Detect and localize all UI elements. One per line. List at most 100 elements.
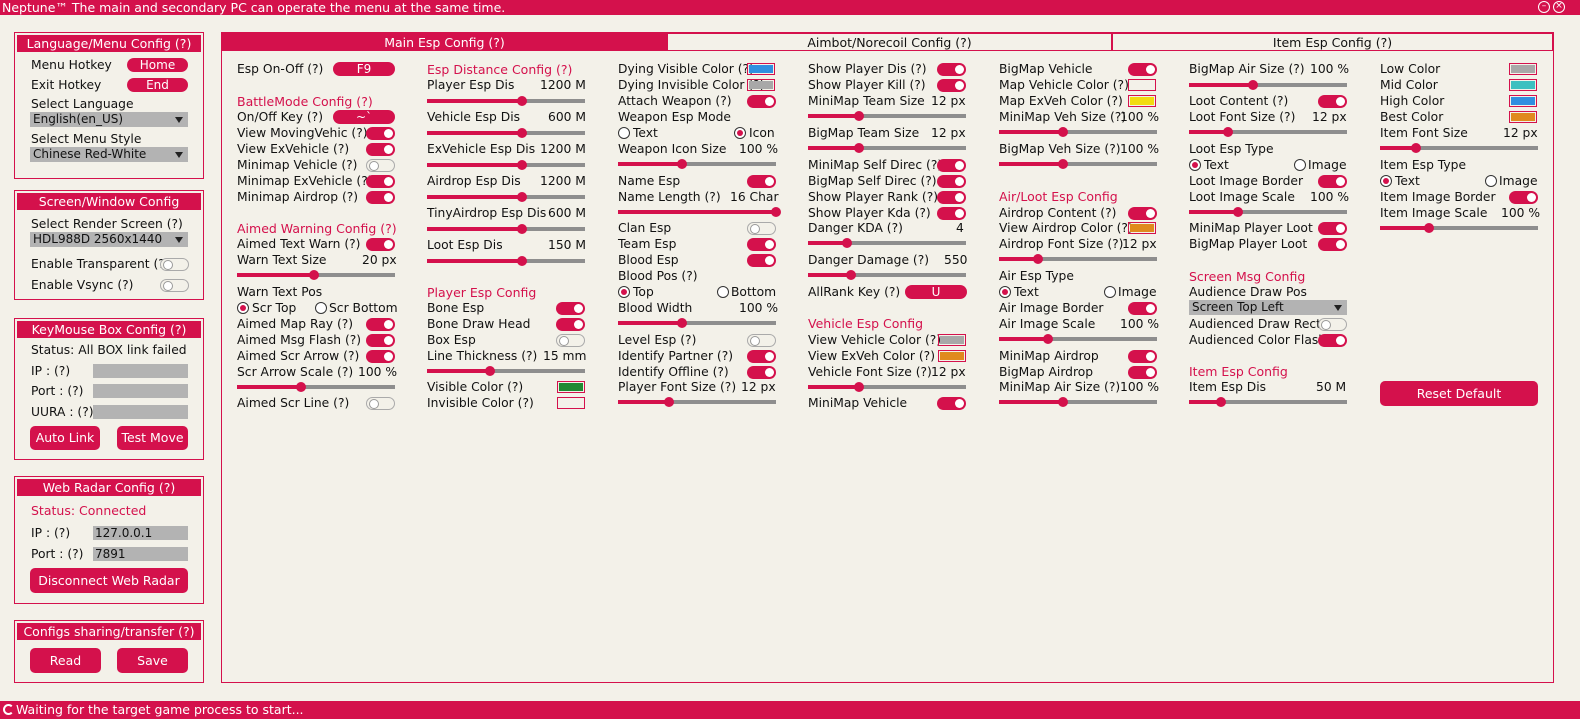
slider-handle[interactable] [771, 207, 781, 217]
player-esp-dis-slider[interactable] [427, 96, 585, 106]
minimap-air-size-slider[interactable] [999, 397, 1157, 407]
minimap-vehicle-toggle-2[interactable] [937, 397, 966, 410]
slider-handle[interactable] [485, 366, 495, 376]
dying-visible-color-swatch[interactable] [747, 63, 775, 75]
box-ip-input[interactable] [93, 364, 188, 378]
name-length-slider[interactable] [618, 207, 781, 217]
identify-offline-toggle[interactable] [747, 366, 776, 379]
best-color-swatch[interactable] [1509, 111, 1537, 123]
show-player-kill-toggle[interactable] [937, 79, 966, 92]
esp-onoff-key-button[interactable]: F9 [333, 62, 395, 76]
menu-style-select[interactable]: Chinese Red-White [30, 147, 188, 162]
visible-color-swatch[interactable] [557, 381, 585, 393]
exvehicle-esp-dis-slider[interactable] [427, 160, 585, 170]
show-player-rank-toggle[interactable] [937, 191, 966, 204]
minimap-self-direc-toggle[interactable] [937, 159, 966, 172]
reset-default-button[interactable]: Reset Default [1380, 381, 1538, 406]
box-uura-input[interactable] [93, 405, 188, 419]
dying-invisible-color-swatch[interactable] [747, 79, 775, 91]
slider-handle[interactable] [1233, 207, 1243, 217]
view-airdrop-color-swatch[interactable] [1128, 222, 1156, 234]
player-font-size-slider[interactable] [618, 397, 776, 407]
bigmap-veh-size-slider[interactable] [999, 159, 1157, 169]
tinyairdrop-esp-dis-slider[interactable] [427, 224, 585, 234]
audienced-draw-rect-toggle[interactable] [1318, 318, 1347, 331]
minimap-veh-size-slider[interactable] [999, 127, 1157, 137]
item-type-text-radio[interactable] [1380, 175, 1392, 187]
scr-bottom-radio[interactable] [315, 302, 327, 314]
loot-type-text-radio[interactable] [1189, 159, 1201, 171]
blood-pos-top-radio[interactable] [618, 286, 630, 298]
slider-handle[interactable] [664, 397, 674, 407]
item-font-size-slider[interactable] [1380, 143, 1538, 153]
minimap-team-size-slider[interactable] [808, 111, 966, 121]
blood-pos-bottom-radio[interactable] [717, 286, 729, 298]
slider-handle[interactable] [1223, 127, 1233, 137]
item-type-image-radio[interactable] [1485, 175, 1497, 187]
clan-esp-toggle[interactable] [747, 222, 776, 235]
slider-handle[interactable] [517, 128, 527, 138]
airdrop-esp-dis-slider[interactable] [427, 192, 585, 202]
attach-weapon-toggle[interactable] [747, 95, 776, 108]
transparent-toggle[interactable] [160, 258, 189, 271]
map-exveh-color-swatch[interactable] [1128, 95, 1156, 107]
air-type-image-radio[interactable] [1104, 286, 1116, 298]
airdrop-content-toggle[interactable] [1128, 207, 1157, 220]
air-image-scale-slider[interactable] [999, 334, 1157, 344]
aimed-scr-line-toggle[interactable] [366, 397, 395, 410]
blood-width-slider[interactable] [618, 318, 776, 328]
line-thickness-slider[interactable] [427, 366, 585, 376]
auto-link-button[interactable]: Auto Link [30, 426, 100, 450]
tab-aimbot[interactable]: Aimbot/Norecoil Config (?) [667, 33, 1112, 51]
slider-handle[interactable] [854, 143, 864, 153]
slider-handle[interactable] [842, 238, 852, 248]
bone-draw-head-toggle[interactable] [556, 318, 585, 331]
danger-damage-slider[interactable] [808, 270, 966, 280]
vehicle-font-size-slider[interactable] [808, 382, 966, 392]
close-icon[interactable]: × [1553, 1, 1565, 13]
view-movingvehic-toggle[interactable] [366, 127, 395, 140]
item-image-border-toggle[interactable] [1509, 191, 1538, 204]
slider-handle[interactable] [1033, 254, 1043, 264]
show-player-dis-toggle[interactable] [937, 63, 966, 76]
loot-content-toggle[interactable] [1318, 95, 1347, 108]
identify-partner-toggle[interactable] [747, 350, 776, 363]
box-port-input[interactable] [93, 384, 188, 398]
minimap-airdrop-toggle-2[interactable] [1128, 350, 1157, 363]
slider-handle[interactable] [517, 256, 527, 266]
aimed-text-warn-toggle[interactable] [366, 238, 395, 251]
loot-image-border-toggle[interactable] [1318, 175, 1347, 188]
high-color-swatch[interactable] [1509, 95, 1537, 107]
slider-handle[interactable] [517, 160, 527, 170]
view-vehicle-color-swatch[interactable] [938, 334, 966, 346]
warn-text-size-slider[interactable] [237, 270, 395, 280]
audience-draw-pos-select[interactable]: Screen Top Left [1189, 300, 1347, 315]
slider-handle[interactable] [1058, 397, 1068, 407]
slider-handle[interactable] [846, 270, 856, 280]
slider-handle[interactable] [1216, 397, 1226, 407]
bigmap-self-direc-toggle[interactable] [937, 175, 966, 188]
radar-port-input[interactable]: 7891 [93, 547, 188, 561]
slider-handle[interactable] [1424, 223, 1434, 233]
bigmap-airdrop-toggle[interactable] [1128, 366, 1157, 379]
airdrop-font-size-slider[interactable] [999, 254, 1157, 264]
weapon-mode-icon-radio[interactable] [734, 127, 746, 139]
aimed-map-ray-toggle[interactable] [366, 318, 395, 331]
vehicle-esp-dis-slider[interactable] [427, 128, 585, 138]
view-exveh-color-swatch[interactable] [938, 350, 966, 362]
loot-image-scale-slider[interactable] [1189, 207, 1347, 217]
low-color-swatch[interactable] [1509, 63, 1537, 75]
slider-handle[interactable] [1058, 159, 1068, 169]
minimap-player-loot-toggle[interactable] [1318, 222, 1347, 235]
air-type-text-radio[interactable] [999, 286, 1011, 298]
slider-handle[interactable] [677, 318, 687, 328]
box-esp-toggle[interactable] [556, 334, 585, 347]
name-esp-toggle[interactable] [747, 175, 776, 188]
slider-handle[interactable] [1043, 334, 1053, 344]
slider-handle[interactable] [1058, 127, 1068, 137]
bigmap-air-size-slider[interactable] [1189, 80, 1347, 90]
slider-handle[interactable] [1248, 80, 1258, 90]
loot-font-size-slider[interactable] [1189, 127, 1347, 137]
minimap-exvehicle-toggle[interactable] [366, 175, 395, 188]
view-exvehicle-toggle[interactable] [366, 143, 395, 156]
